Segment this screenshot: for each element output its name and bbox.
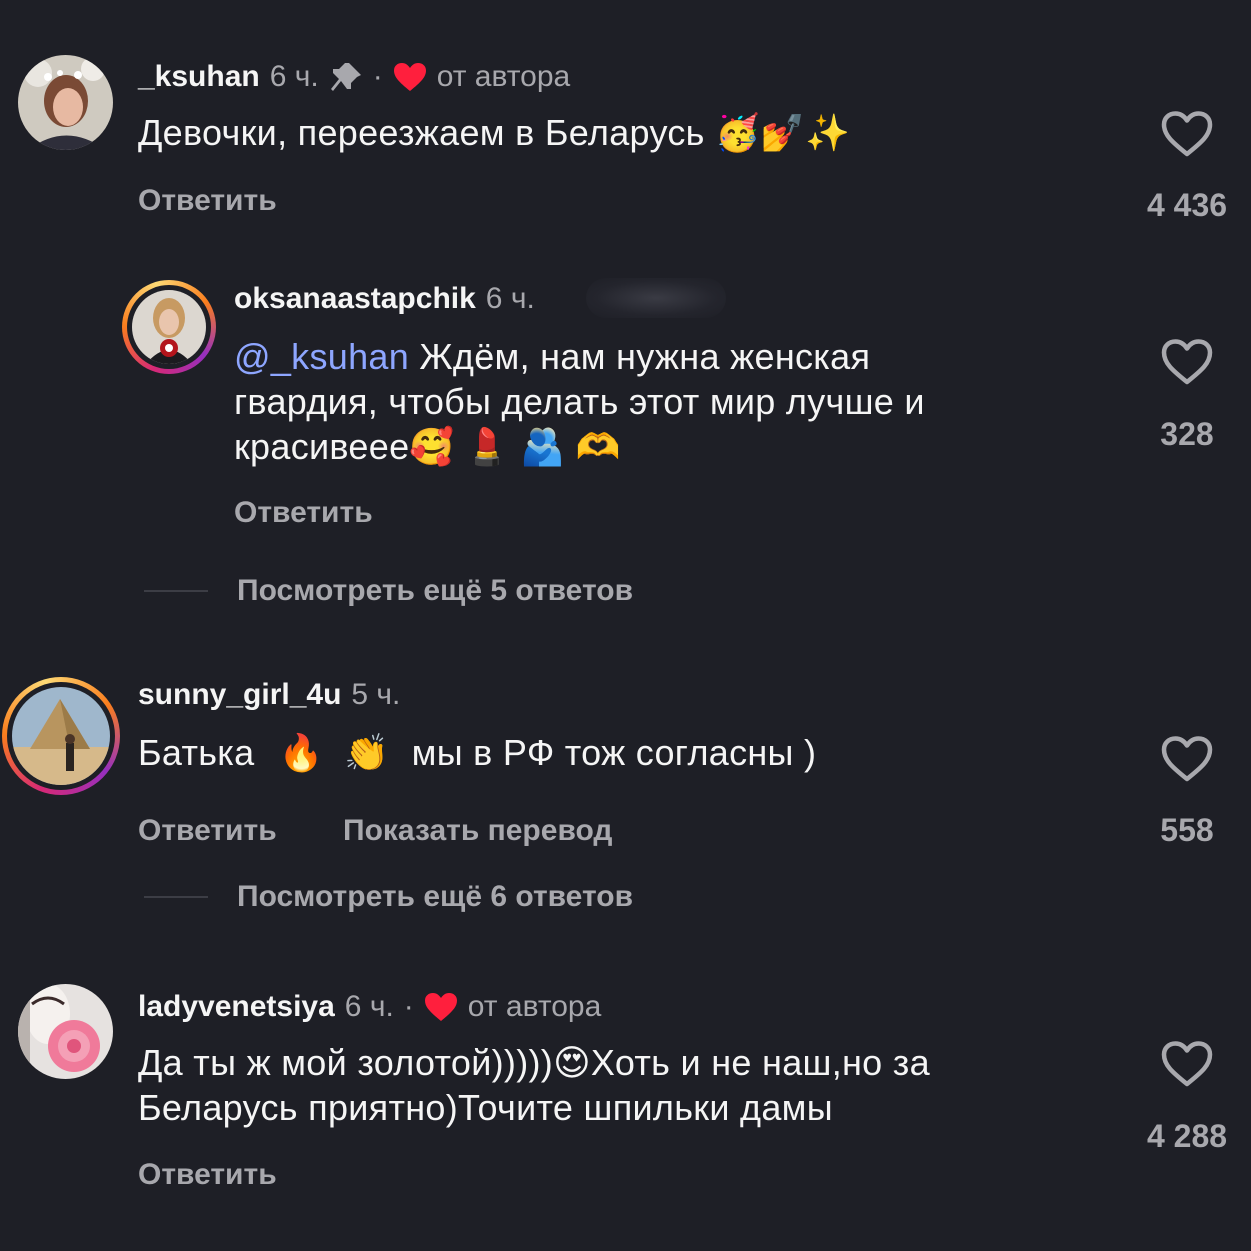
comment-body-line3: красивеее xyxy=(234,426,410,467)
like-count: 558 xyxy=(1160,812,1214,848)
timestamp: 6 ч. xyxy=(344,990,394,1023)
comment-text: Да ты ж мой золотой)))))😍Хоть и не наш,н… xyxy=(138,1040,1098,1130)
heart-filled-icon xyxy=(393,62,427,92)
divider-line xyxy=(144,590,208,592)
emojis: 🥳💅✨ xyxy=(715,112,851,153)
comment-body-line2: Беларусь приятно)Точите шпильки дамы xyxy=(138,1087,833,1128)
like-count: 328 xyxy=(1160,416,1214,452)
username[interactable]: sunny_girl_4u xyxy=(138,678,341,712)
comment-ladyvenetsiya: ladyvenetsiya 6 ч. · от автора Да ты ж м… xyxy=(0,970,1251,1240)
by-author-label: от автора xyxy=(436,60,571,93)
comment-body-line2: гвардия, чтобы делать этот мир лучше и xyxy=(234,381,925,422)
comment-oksanaastapchik: oksanaastapchik 6 ч. @_ksuhan Ждём, нам … xyxy=(0,250,1251,620)
emojis: 🥰 💄 🫂 🫶 xyxy=(409,426,621,467)
comment-body-line1: Да ты ж мой золотой))))) xyxy=(138,1042,554,1083)
pin-icon xyxy=(329,61,363,93)
comment-meta: _ksuhan 6 ч. · от автора xyxy=(138,60,570,94)
username[interactable]: _ksuhan xyxy=(138,60,260,94)
comment-meta: ladyvenetsiya 6 ч. · от автора xyxy=(138,990,601,1024)
comment-text: Батька 🔥 👏 мы в РФ тож согласны ) xyxy=(138,730,816,775)
comment-meta: oksanaastapchik 6 ч. xyxy=(234,282,535,316)
avatar-ladyvenetsiya[interactable] xyxy=(18,984,113,1079)
clap-emoji: 👏 xyxy=(344,732,390,773)
fire-emoji: 🔥 xyxy=(278,732,324,773)
like-count: 4 436 xyxy=(1146,187,1228,223)
comment-body-a: Батька xyxy=(138,732,255,773)
timestamp: 5 ч. xyxy=(351,678,401,711)
comment-ksuhan: _ksuhan 6 ч. · от автора Девочки, переез… xyxy=(0,0,1251,240)
separator-dot: · xyxy=(403,990,414,1023)
like-count: 4 288 xyxy=(1146,1118,1228,1154)
separator-dot: · xyxy=(372,60,383,93)
comment-body: Девочки, переезжаем в Беларусь xyxy=(138,112,705,153)
heart-eyes-emoji: 😍 xyxy=(553,1042,591,1083)
comment-text: @_ksuhan Ждём, нам нужна женская гвардия… xyxy=(234,334,1054,469)
view-more-replies[interactable]: Посмотреть ещё 6 ответов xyxy=(237,880,633,914)
heart-filled-icon xyxy=(424,992,458,1022)
comment-meta: sunny_girl_4u 5 ч. xyxy=(138,678,400,712)
divider-line xyxy=(144,896,208,898)
reply-button[interactable]: Ответить xyxy=(138,814,277,848)
reply-button[interactable]: Ответить xyxy=(138,1158,277,1192)
heart-outline-icon[interactable] xyxy=(1160,338,1214,386)
timestamp: 6 ч. xyxy=(485,282,535,315)
comment-sunny-girl: sunny_girl_4u 5 ч. Батька 🔥 👏 мы в РФ то… xyxy=(0,660,1251,930)
reply-button[interactable]: Ответить xyxy=(138,184,277,218)
timestamp: 6 ч. xyxy=(269,60,319,93)
comment-body-line1b: Хоть и не наш,но за xyxy=(590,1042,930,1083)
blurred-area xyxy=(586,278,726,318)
comment-text: Девочки, переезжаем в Беларусь 🥳💅✨ xyxy=(138,110,850,155)
username[interactable]: ladyvenetsiya xyxy=(138,990,335,1024)
heart-outline-icon[interactable] xyxy=(1160,1040,1214,1088)
view-more-replies[interactable]: Посмотреть ещё 5 ответов xyxy=(237,574,633,608)
avatar-ksuhan[interactable] xyxy=(18,55,113,150)
username[interactable]: oksanaastapchik xyxy=(234,282,476,316)
comment-body-line1: Ждём, нам нужна женская xyxy=(409,336,871,377)
heart-outline-icon[interactable] xyxy=(1160,110,1214,158)
avatar-sunny-girl[interactable] xyxy=(2,677,120,795)
heart-outline-icon[interactable] xyxy=(1160,735,1214,783)
avatar-oksanaastapchik[interactable] xyxy=(122,280,216,374)
comment-body-b: мы в РФ тож согласны ) xyxy=(411,732,817,773)
show-translation-button[interactable]: Показать перевод xyxy=(343,814,612,848)
by-author-label: от автора xyxy=(467,990,602,1023)
reply-button[interactable]: Ответить xyxy=(234,496,373,530)
mention-link[interactable]: @_ksuhan xyxy=(234,336,409,377)
